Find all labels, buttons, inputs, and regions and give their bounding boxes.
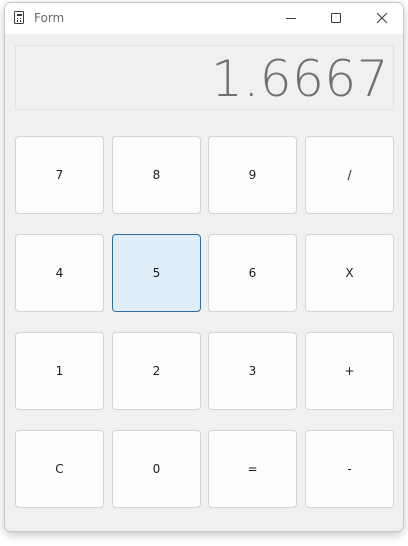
- key-clear[interactable]: C: [15, 430, 104, 508]
- close-button[interactable]: [359, 3, 403, 34]
- close-icon: [376, 12, 388, 24]
- key-3[interactable]: 3: [208, 332, 297, 410]
- key-multiply[interactable]: X: [305, 234, 394, 312]
- key-add[interactable]: +: [305, 332, 394, 410]
- key-6[interactable]: 6: [208, 234, 297, 312]
- key-5[interactable]: 5: [112, 234, 201, 312]
- calculator-icon: [14, 11, 24, 24]
- result-display: 1.6667: [15, 45, 394, 110]
- key-7[interactable]: 7: [15, 136, 104, 214]
- calculator-window: Form 1.6667 7 8 9 / 4 5 6 X 1 2 3 + C 0 …: [4, 2, 404, 532]
- display-value: 1.6667: [211, 50, 389, 108]
- key-divide[interactable]: /: [305, 136, 394, 214]
- key-9[interactable]: 9: [208, 136, 297, 214]
- window-title: Form: [34, 11, 65, 25]
- minimize-button[interactable]: [268, 3, 314, 34]
- minimize-icon: [286, 18, 296, 19]
- maximize-icon: [331, 13, 341, 23]
- key-2[interactable]: 2: [112, 332, 201, 410]
- key-subtract[interactable]: -: [305, 430, 394, 508]
- key-8[interactable]: 8: [112, 136, 201, 214]
- key-1[interactable]: 1: [15, 332, 104, 410]
- title-bar[interactable]: Form: [5, 3, 403, 34]
- maximize-button[interactable]: [313, 3, 359, 34]
- key-equals[interactable]: =: [208, 430, 297, 508]
- key-0[interactable]: 0: [112, 430, 201, 508]
- key-4[interactable]: 4: [15, 234, 104, 312]
